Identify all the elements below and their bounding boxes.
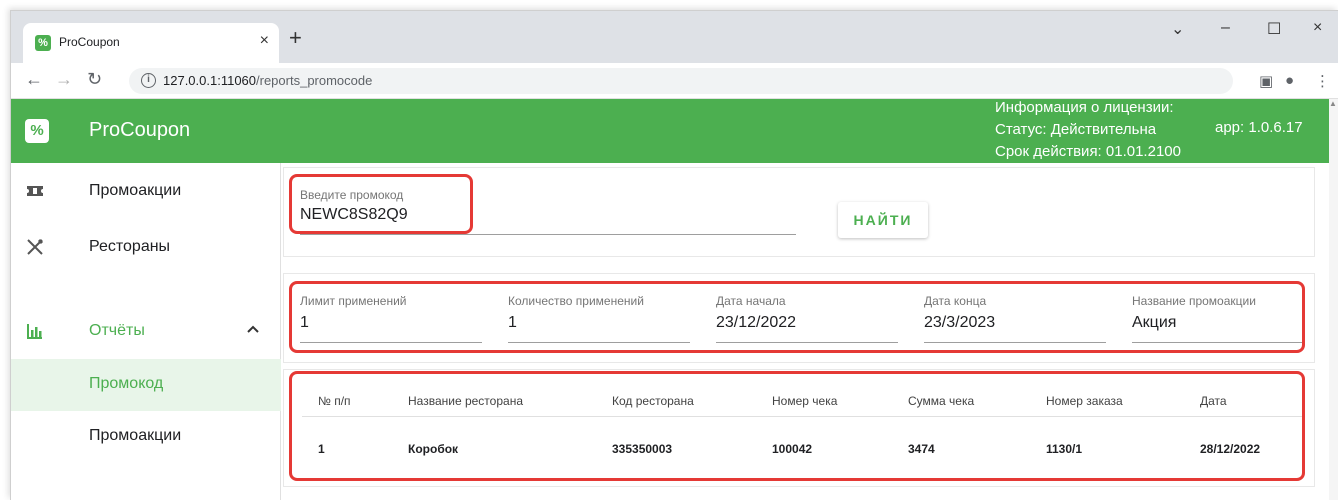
app-title: ProCoupon [89, 119, 191, 141]
sidebar-item-promotions[interactable]: Промоакции [11, 163, 281, 219]
minimize-button[interactable]: – [1221, 19, 1230, 37]
url-text: 127.0.0.1:11060/reports_promocode [163, 73, 373, 88]
chevron-up-icon[interactable] [247, 321, 259, 337]
sidebar-subitem-promotions[interactable]: Промоакции [11, 413, 281, 465]
utensils-icon [25, 237, 45, 257]
site-info-icon[interactable]: i [141, 73, 156, 88]
tab-search-dropdown-icon[interactable]: ⌄ [1171, 19, 1184, 39]
scroll-up-icon[interactable]: ▲ [1329, 99, 1337, 108]
procoupon-logo-icon: % [25, 119, 49, 143]
new-tab-button[interactable]: + [289, 27, 302, 49]
profile-icon[interactable]: ● [1285, 72, 1294, 89]
license-heading: Информация о лицензии: [995, 99, 1174, 116]
sidebar-item-restaurants[interactable]: Рестораны [11, 219, 281, 275]
details-highlight [289, 281, 1305, 353]
find-button[interactable]: НАЙТИ [838, 202, 928, 238]
sidebar-item-label: Отчёты [89, 322, 145, 339]
page-scrollbar[interactable]: ▲ [1329, 99, 1338, 500]
license-status: Статус: Действительна [995, 121, 1157, 138]
table-highlight [289, 371, 1305, 481]
app-version: app: 1.0.6.17 [1215, 119, 1303, 136]
sidebar-subitem-promocode[interactable]: Промокод [11, 359, 281, 411]
browser-window: % ProCoupon × + ⌄ – ☐ × ← → ↻ i 127.0.0.… [10, 10, 1338, 500]
sidebar-item-reports[interactable]: Отчёты [11, 303, 281, 359]
url-field[interactable]: i 127.0.0.1:11060/reports_promocode [129, 68, 1233, 94]
menu-dots-icon[interactable]: ⋮ [1315, 72, 1330, 90]
tab-close-icon[interactable]: × [260, 32, 269, 50]
close-window-button[interactable]: × [1313, 19, 1322, 37]
side-panel-icon[interactable]: ▣ [1259, 72, 1273, 90]
sidebar-item-label: Промоакции [89, 182, 182, 199]
promocode-input-underline [300, 234, 796, 235]
browser-tab[interactable]: % ProCoupon × [23, 23, 279, 63]
promocode-highlight [289, 174, 473, 234]
reload-icon[interactable]: ↻ [87, 69, 102, 90]
sidebar-item-label: Рестораны [89, 238, 171, 255]
sidebar: Промоакции Рестораны Отчёты Промокод Про… [11, 163, 281, 500]
back-arrow-icon[interactable]: ← [25, 69, 43, 90]
license-info: Информация о лицензии: Статус: Действите… [995, 97, 1181, 163]
forward-arrow-icon[interactable]: → [55, 69, 73, 90]
tab-title: ProCoupon [59, 35, 120, 49]
maximize-button[interactable]: ☐ [1267, 19, 1281, 39]
procoupon-favicon-icon: % [35, 35, 51, 51]
app-header: % ProCoupon Информация о лицензии: Стату… [11, 99, 1329, 163]
sidebar-subitem-label: Промокод [89, 375, 164, 392]
license-expiry: Срок действия: 01.01.2100 [995, 143, 1181, 160]
bar-chart-icon [25, 321, 45, 341]
sidebar-subitem-label: Промоакции [89, 427, 182, 444]
tab-strip: % ProCoupon × + ⌄ – ☐ × [11, 11, 1338, 63]
ticket-icon [25, 181, 45, 201]
address-bar: ← → ↻ i 127.0.0.1:11060/reports_promocod… [11, 63, 1338, 99]
